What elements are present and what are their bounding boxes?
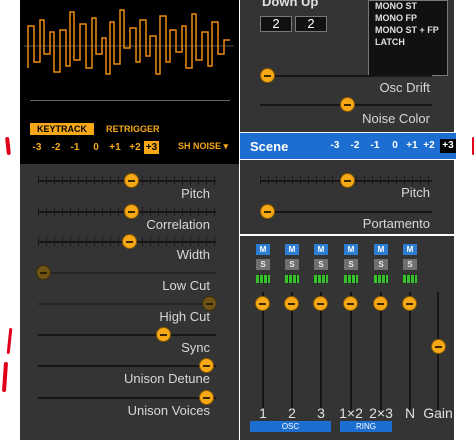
annotation-mark: [1, 361, 9, 393]
slider-label-0: Pitch: [181, 186, 210, 201]
channel-label-0: 1: [259, 405, 267, 421]
mute-button-0[interactable]: M: [256, 244, 270, 255]
noise-type-label: SH NOISE: [178, 141, 222, 151]
mute-button-1[interactable]: M: [285, 244, 299, 255]
play-mode-item[interactable]: MONO FP: [375, 13, 417, 23]
slider-track-3[interactable]: [38, 272, 216, 274]
channel-meter-3: [344, 275, 358, 283]
scene-octave-minus1[interactable]: -1: [368, 139, 382, 153]
scene-octave-plus2[interactable]: +2: [422, 139, 436, 153]
scene-octave-plus3[interactable]: +3: [440, 139, 456, 153]
down-value[interactable]: 2: [260, 16, 292, 32]
slider-track-7[interactable]: [38, 397, 216, 399]
octave-minus2[interactable]: -2: [49, 141, 63, 154]
slider-label-1: Correlation: [146, 217, 210, 232]
noise-type-dropdown[interactable]: SH NOISE ▾: [178, 141, 228, 152]
slider-label-4: High Cut: [159, 309, 210, 324]
channel-meter-5: [403, 275, 417, 283]
noise-color-knob[interactable]: [340, 97, 355, 112]
solo-button-2[interactable]: S: [314, 259, 328, 270]
scene-octave-plus1[interactable]: +1: [405, 139, 419, 153]
slider-track-5[interactable]: [38, 334, 216, 336]
channel-fader-knob-4[interactable]: [373, 296, 388, 311]
mute-button-4[interactable]: M: [374, 244, 388, 255]
scene-octave-minus2[interactable]: -2: [348, 139, 362, 153]
channel-fader-knob-3[interactable]: [343, 296, 358, 311]
channel-label-3: 1×2: [339, 405, 363, 421]
portamento-label: Portamento: [362, 216, 430, 231]
osc-drift-track[interactable]: [260, 75, 432, 77]
octave-0[interactable]: 0: [89, 141, 103, 154]
mute-button-5[interactable]: M: [403, 244, 417, 255]
up-value[interactable]: 2: [295, 16, 327, 32]
retrigger-toggle[interactable]: RETRIGGER: [106, 123, 160, 135]
mute-button-2[interactable]: M: [314, 244, 328, 255]
portamento-track[interactable]: [260, 211, 432, 213]
annotation-mark: [5, 136, 11, 156]
noise-color-label: Noise Color: [362, 111, 430, 126]
mute-button-3[interactable]: M: [344, 244, 358, 255]
channel-meter-4: [374, 275, 388, 283]
portamento-knob[interactable]: [260, 204, 275, 219]
scene-octave-0[interactable]: 0: [388, 139, 402, 153]
slider-label-7: Unison Voices: [127, 403, 210, 418]
channel-fader-knob-2[interactable]: [313, 296, 328, 311]
channel-meter-1: [285, 275, 299, 283]
solo-button-5[interactable]: S: [403, 259, 417, 270]
channel-fader-knob-5[interactable]: [402, 296, 417, 311]
slider-label-3: Low Cut: [162, 278, 210, 293]
octave-plus2[interactable]: +2: [128, 141, 142, 154]
keytrack-toggle[interactable]: KEYTRACK: [30, 123, 94, 135]
channel-fader-knob-0[interactable]: [255, 296, 270, 311]
voice-header: Down Up: [262, 0, 319, 9]
scope-divider: [30, 100, 230, 101]
ring-group-label: RING: [340, 421, 392, 432]
annotation-mark: [6, 327, 13, 355]
play-mode-item[interactable]: LATCH: [375, 37, 405, 47]
channel-label-4: 2×3: [369, 405, 393, 421]
solo-button-3[interactable]: S: [344, 259, 358, 270]
solo-button-0[interactable]: S: [256, 259, 270, 270]
channel-label-1: 2: [288, 405, 296, 421]
scene-title: Scene: [250, 139, 289, 154]
channel-meter-0: [256, 275, 270, 283]
slider-track-6[interactable]: [38, 365, 216, 367]
channel-label-2: 3: [317, 405, 325, 421]
chevron-down-icon: ▾: [223, 141, 229, 151]
osc-drift-knob[interactable]: [260, 68, 275, 83]
slider-label-2: Width: [176, 247, 210, 262]
octave-plus3[interactable]: +3: [144, 141, 159, 154]
octave-plus1[interactable]: +1: [108, 141, 122, 154]
slider-track-4[interactable]: [38, 303, 216, 305]
slider-label-6: Unison Detune: [124, 371, 210, 386]
octave-minus1[interactable]: -1: [68, 141, 82, 154]
play-mode-item[interactable]: MONO ST: [375, 1, 417, 11]
osc-drift-label: Osc Drift: [379, 80, 430, 95]
osc-group-label: OSC: [250, 421, 331, 432]
scene-octave-minus3[interactable]: -3: [328, 139, 342, 153]
solo-button-4[interactable]: S: [374, 259, 388, 270]
slider-knob-3[interactable]: [36, 265, 51, 280]
channel-meter-2: [314, 275, 328, 283]
channel-fader-knob-1[interactable]: [284, 296, 299, 311]
channel-label-5: N: [404, 405, 416, 421]
scene-pitch-label: Pitch: [401, 185, 430, 200]
play-mode-item[interactable]: MONO ST + FP: [375, 25, 439, 35]
waveform-display: [24, 9, 234, 75]
octave-minus3[interactable]: -3: [30, 141, 44, 154]
slider-label-5: Sync: [181, 340, 210, 355]
solo-button-1[interactable]: S: [285, 259, 299, 270]
